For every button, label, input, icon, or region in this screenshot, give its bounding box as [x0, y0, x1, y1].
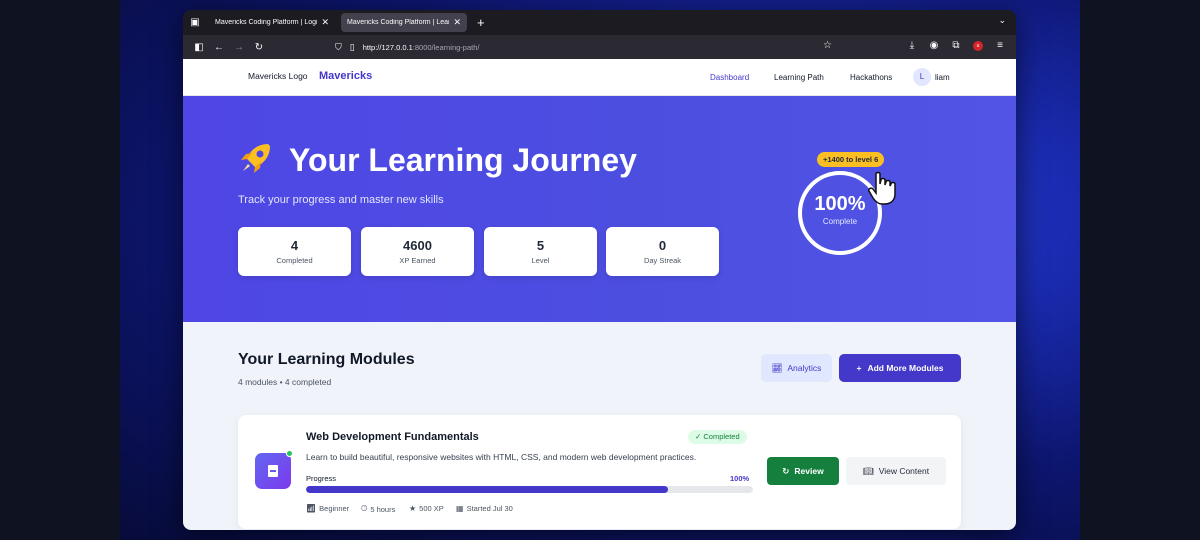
clock-icon: 🕒︎	[361, 504, 368, 513]
desktop-edge-left	[0, 0, 120, 540]
section-subtitle: 4 modules • 4 completed	[238, 377, 332, 387]
calendar-icon: ▦	[456, 504, 464, 513]
hand-cursor-icon	[868, 171, 896, 205]
tab-login[interactable]: Mavericks Coding Platform | Login - M ✕	[209, 13, 335, 32]
stat-card-xp: 4600 XP Earned	[361, 227, 474, 276]
chevron-down-icon[interactable]: ⌄	[998, 15, 1006, 26]
menu-icon[interactable]: ≡	[990, 40, 1010, 51]
extensions-icon[interactable]: ⧉	[946, 40, 966, 51]
reload-icon[interactable]: ↻	[249, 42, 269, 53]
star-icon: ★	[409, 504, 417, 513]
review-label: Review	[794, 466, 824, 476]
meta-level: 📶︎ Beginner	[306, 504, 349, 513]
level-badge: +1400 to level 6	[817, 152, 885, 167]
meta-xp: ★ 500 XP	[409, 504, 444, 513]
stat-value: 4	[290, 238, 299, 253]
progress-bar	[306, 486, 753, 493]
tab-learning-path[interactable]: Mavericks Coding Platform | Learning P ✕	[341, 13, 467, 32]
hero-title: Your Learning Journey	[289, 142, 637, 178]
stat-card-level: 5 Level	[484, 227, 597, 276]
bookmark-star-icon[interactable]: ☆	[823, 40, 832, 51]
desktop-edge-right	[1080, 0, 1200, 540]
sidebar-icon[interactable]: ◧	[189, 42, 209, 53]
ublock-icon[interactable]: u	[968, 39, 988, 51]
nav-hackathons[interactable]: Hackathons	[850, 73, 892, 82]
download-icon[interactable]: ⤓	[902, 40, 922, 51]
meta-duration: 🕒︎ 5 hours	[361, 504, 395, 514]
meta-started: ▦ Started Jul 30	[456, 504, 513, 513]
forward-icon[interactable]: →	[229, 42, 249, 53]
stat-card-completed: 4 Completed	[238, 227, 351, 276]
hero-subtitle: Track your progress and master new skill…	[238, 194, 444, 206]
shield-icon[interactable]: ⛉	[335, 42, 342, 53]
browser-window: ▣ Mavericks Coding Platform | Login - M …	[183, 10, 1016, 530]
section-title: Your Learning Modules	[238, 351, 415, 368]
account-icon[interactable]: ◉	[924, 40, 944, 51]
tab-label: Mavericks Coding Platform | Login - M	[215, 19, 317, 26]
plus-icon: +	[856, 363, 862, 373]
meta-xp-text: 500 XP	[419, 504, 444, 513]
user-name[interactable]: liam	[935, 73, 950, 82]
module-icon	[255, 453, 291, 489]
book-icon	[268, 465, 278, 477]
add-modules-button[interactable]: + Add More Modules	[839, 354, 961, 382]
view-content-label: View Content	[878, 466, 930, 476]
stat-label: Level	[531, 256, 550, 265]
stat-card-streak: 0 Day Streak	[606, 227, 719, 276]
signal-icon: 📶︎	[306, 504, 317, 513]
stat-value: 5	[536, 238, 545, 253]
page-viewport: Mavericks Logo Mavericks Dashboard Learn…	[183, 59, 1016, 530]
tab-overview-icon[interactable]: ▣	[189, 17, 201, 29]
stat-label: Day Streak	[643, 256, 682, 265]
stat-value: 0	[658, 238, 667, 253]
status-badge: ✓ Completed	[688, 430, 747, 444]
nav-learning-path[interactable]: Learning Path	[774, 73, 824, 82]
analytics-label: Analytics	[787, 363, 822, 373]
chart-icon: 📈︎	[771, 362, 783, 373]
meta-started-text: Started Jul 30	[466, 504, 513, 513]
rocket-icon	[241, 144, 270, 173]
url-host: http://127.0.0.1	[362, 42, 413, 52]
close-icon[interactable]: ✕	[321, 17, 329, 28]
new-tab-icon[interactable]: +	[477, 15, 485, 30]
module-description: Learn to build beautiful, responsive web…	[306, 452, 697, 462]
analytics-button[interactable]: 📈︎ Analytics	[761, 354, 832, 382]
tab-bar: ▣ Mavericks Coding Platform | Login - M …	[183, 10, 1016, 35]
url-bar[interactable]: ⛉ ▯ http://127.0.0.1:8000/learning-path/	[335, 39, 835, 55]
url-path: :8000/learning-path/	[412, 42, 480, 52]
nav-bar: ◧ ← → ↻ ⛉ ▯ http://127.0.0.1:8000/learni…	[183, 35, 1016, 59]
status-dot	[286, 450, 293, 457]
stat-value: 4600	[403, 238, 432, 253]
review-button[interactable]: ↻ Review	[767, 457, 839, 485]
progress-value: 100%	[730, 474, 750, 483]
add-modules-label: Add More Modules	[867, 363, 944, 373]
view-content-button[interactable]: 📖︎ View Content	[846, 457, 946, 485]
progress-label: Progress	[306, 474, 337, 483]
refresh-icon: ↻	[782, 465, 790, 476]
book-open-icon: 📖︎	[862, 465, 874, 476]
stat-label: Completed	[276, 256, 313, 265]
site-header: Mavericks Logo Mavericks Dashboard Learn…	[183, 59, 1016, 96]
tab-label: Mavericks Coding Platform | Learning P	[347, 19, 450, 26]
nav-dashboard[interactable]: Dashboard	[710, 73, 749, 82]
logo-image-alt[interactable]: Mavericks Logo	[248, 71, 308, 81]
module-card: Web Development Fundamentals ✓ Completed…	[238, 415, 961, 529]
hero-banner: Your Learning Journey Track your progres…	[183, 96, 1016, 322]
progress-bar-fill	[306, 486, 669, 493]
toolbar-right: ⤓ ◉ ⧉ u ≡	[902, 39, 1010, 51]
avatar[interactable]: L	[913, 68, 931, 86]
module-title[interactable]: Web Development Fundamentals	[306, 431, 479, 443]
logo-text[interactable]: Mavericks	[319, 70, 372, 82]
completion-label: Complete	[822, 217, 858, 226]
page-icon: ▯	[349, 41, 355, 52]
meta-duration-text: 5 hours	[370, 504, 396, 514]
close-icon[interactable]: ✕	[453, 17, 461, 28]
meta-level-text: Beginner	[319, 504, 350, 513]
back-icon[interactable]: ←	[209, 42, 229, 53]
stat-label: XP Earned	[399, 256, 436, 265]
